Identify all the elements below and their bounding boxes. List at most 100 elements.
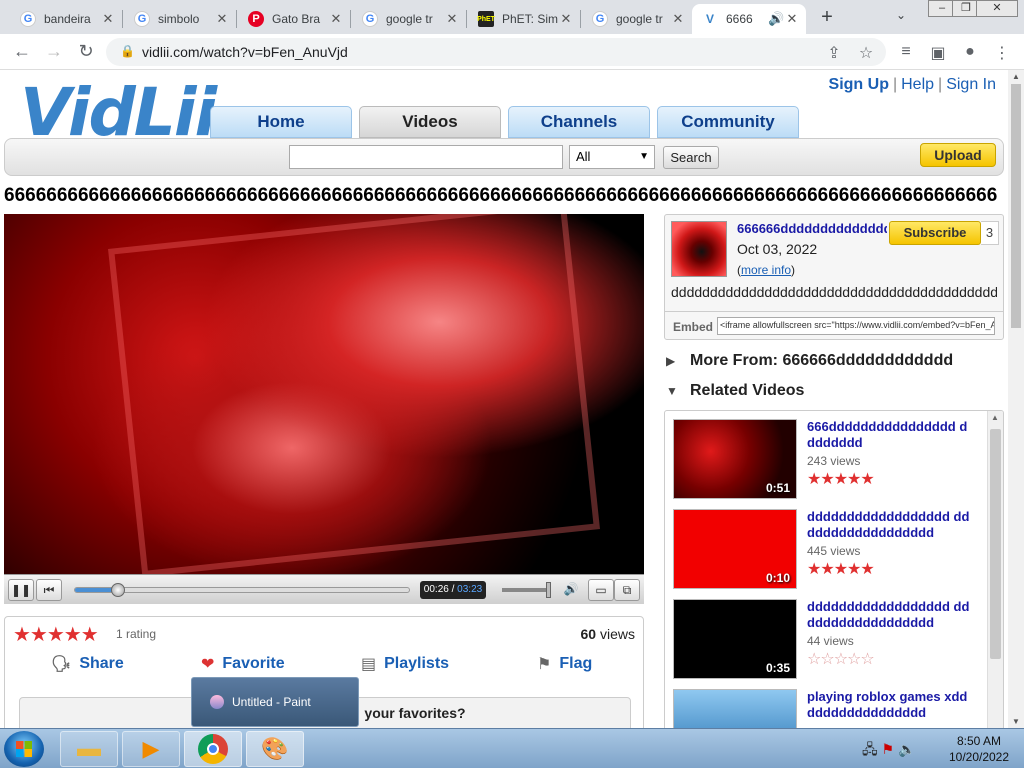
embed-code-field[interactable]: <iframe allowfullscreen src="https://www… xyxy=(717,317,995,335)
clock[interactable]: 8:50 AM 10/20/2022 xyxy=(944,733,1014,765)
nav-tab-channels[interactable]: Channels xyxy=(508,106,650,138)
related-video-title[interactable]: dddddddddddddddddd dddddddddddddddddd xyxy=(807,599,973,631)
explorer-taskbar-button[interactable]: ▬ xyxy=(60,731,118,767)
video-thumbnail[interactable]: 0:35 xyxy=(673,599,797,679)
related-videos-header[interactable]: ▼ Related Videos xyxy=(666,382,804,400)
profile-avatar-icon[interactable]: ● xyxy=(960,43,980,61)
video-player[interactable] xyxy=(4,214,644,574)
fullscreen-icon[interactable]: ⧉ xyxy=(614,579,640,601)
close-tab-icon[interactable]: ✕ xyxy=(558,11,574,27)
related-video-item[interactable]: 0:10 dddddddddddddddddd dddddddddddddddd… xyxy=(673,509,983,591)
reload-icon[interactable]: ↻ xyxy=(74,41,98,62)
related-video-title[interactable]: dddddddddddddddddd dddddddddddddddddd xyxy=(807,509,973,541)
playlists-button[interactable]: ▤ Playlists xyxy=(361,654,449,674)
related-video-title[interactable]: playing roblox games xddddddddddddddddd xyxy=(807,689,973,721)
seek-bar[interactable] xyxy=(74,583,410,597)
taskbar-preview-popup[interactable]: Untitled - Paint xyxy=(191,677,359,727)
share-icon[interactable]: ⇪ xyxy=(824,43,844,63)
browser-tab[interactable]: P Gato Bra ✕ xyxy=(238,4,350,34)
search-button[interactable]: Search xyxy=(663,146,719,169)
video-thumbnail[interactable] xyxy=(673,689,797,728)
divider: | xyxy=(938,76,943,93)
browser-tab[interactable]: G google tr ✕ xyxy=(352,4,466,34)
scrollbar-thumb[interactable] xyxy=(1011,84,1021,328)
more-info-link[interactable]: more info xyxy=(741,263,791,277)
close-tab-icon[interactable]: ✕ xyxy=(784,11,800,27)
volume-handle[interactable] xyxy=(546,582,551,598)
close-tab-icon[interactable]: ✕ xyxy=(670,11,686,27)
close-tab-icon[interactable]: ✕ xyxy=(214,11,230,27)
related-video-item[interactable]: 0:51 666dddddddddddddddd dddddddd 243 vi… xyxy=(673,419,983,501)
page-scrollbar[interactable]: ▲ ▼ xyxy=(1008,70,1024,728)
back-icon[interactable]: ← xyxy=(10,41,34,62)
browser-tab[interactable]: G google tr ✕ xyxy=(582,4,692,34)
browser-tab[interactable]: G bandeira ✕ xyxy=(10,4,122,34)
search-input[interactable] xyxy=(289,145,563,169)
paint-taskbar-button[interactable]: 🎨 xyxy=(246,731,304,767)
url-text[interactable]: vidlii.com/watch?v=bFen_AnuVjd xyxy=(142,44,348,60)
search-category-select[interactable]: All ▼ xyxy=(569,145,655,169)
share-button[interactable]: 🗣 Share xyxy=(51,654,124,674)
more-from-header[interactable]: ▶ More From: 666666dddddddddddd xyxy=(666,352,953,370)
side-panel-icon[interactable]: ▣ xyxy=(928,43,948,63)
close-tab-icon[interactable]: ✕ xyxy=(100,11,116,27)
nav-tab-community[interactable]: Community xyxy=(657,106,799,138)
tab-title: PhET: Sim xyxy=(502,12,558,26)
chrome-taskbar-button[interactable] xyxy=(184,731,242,767)
forward-icon[interactable]: → xyxy=(42,41,66,62)
tab-title: Gato Bra xyxy=(272,12,321,26)
close-tab-icon[interactable]: ✕ xyxy=(328,11,344,27)
video-thumbnail[interactable]: 0:10 xyxy=(673,509,797,589)
subscribe-button[interactable]: Subscribe xyxy=(889,221,981,245)
speaker-icon[interactable]: 🔊 xyxy=(558,579,584,601)
media-player-taskbar-button[interactable]: ▶ xyxy=(122,731,180,767)
start-button[interactable] xyxy=(4,731,44,767)
related-video-item[interactable]: playing roblox games xddddddddddddddddd xyxy=(673,689,983,728)
more-from-label: More From: 666666dddddddddddd xyxy=(690,352,954,369)
related-scrollbar[interactable]: ▲ xyxy=(987,411,1003,728)
related-video-title[interactable]: 666dddddddddddddddd dddddddd xyxy=(807,419,973,451)
pause-icon[interactable]: ❚❚ xyxy=(8,579,34,601)
bookmark-star-icon[interactable]: ☆ xyxy=(856,43,876,63)
address-bar[interactable]: 🔒 vidlii.com/watch?v=bFen_AnuVjd xyxy=(106,38,886,66)
help-link[interactable]: Help xyxy=(901,76,934,93)
webpage: VidLii Sign Up | Help | Sign In Home Videos … xyxy=(0,70,1008,728)
related-video-item[interactable]: 0:35 dddddddddddddddddd dddddddddddddddd… xyxy=(673,599,983,681)
video-thumbnail[interactable]: 0:51 xyxy=(673,419,797,499)
seek-handle[interactable] xyxy=(111,583,126,597)
nav-tab-videos[interactable]: Videos xyxy=(359,106,501,138)
browser-tab-active[interactable]: V 6666 🔊 ✕ xyxy=(692,4,806,34)
speaker-icon[interactable]: 🔊 xyxy=(768,11,784,27)
favorite-button[interactable]: ❤ Favorite xyxy=(201,654,285,674)
tab-search-chevron-icon[interactable]: ⌄ xyxy=(896,8,906,22)
close-window-button[interactable]: ✕ xyxy=(976,0,1018,17)
action-center-flag-icon[interactable]: ⚑ xyxy=(882,741,895,757)
network-icon[interactable]: 🖧 xyxy=(862,741,878,757)
scroll-up-icon[interactable]: ▲ xyxy=(1012,72,1020,81)
volume-slider[interactable] xyxy=(502,582,551,598)
channel-name-link[interactable]: 666666dddddddddddddddd xyxy=(737,221,887,236)
popout-icon[interactable]: ▭ xyxy=(588,579,614,601)
rating-stars[interactable]: ★★★★★ xyxy=(13,622,99,647)
lock-icon[interactable]: 🔒 xyxy=(120,44,135,58)
nav-tab-home[interactable]: Home xyxy=(210,106,352,138)
media-control-icon[interactable]: ≡ xyxy=(896,43,916,61)
sign-up-link[interactable]: Sign Up xyxy=(829,76,889,93)
skip-back-icon[interactable]: ⏮ xyxy=(36,579,62,601)
views-label: views xyxy=(599,626,635,642)
flag-button[interactable]: ⚑ Flag xyxy=(537,654,592,674)
new-tab-button[interactable]: + xyxy=(816,6,838,29)
close-tab-icon[interactable]: ✕ xyxy=(444,11,460,27)
upload-button[interactable]: Upload xyxy=(920,143,996,167)
sign-in-link[interactable]: Sign In xyxy=(946,76,996,93)
menu-kebab-icon[interactable]: ⋮ xyxy=(992,43,1012,63)
browser-tab[interactable]: G simbolo ✕ xyxy=(124,4,236,34)
scroll-up-icon[interactable]: ▲ xyxy=(991,413,999,422)
scroll-down-icon[interactable]: ▼ xyxy=(1012,717,1020,726)
browser-tab[interactable]: PhET PhET: Sim ✕ xyxy=(468,4,580,34)
tab-title: 6666 xyxy=(726,12,753,26)
channel-avatar[interactable] xyxy=(671,221,727,277)
flag-label: Flag xyxy=(559,655,593,672)
volume-icon[interactable]: 🔈 xyxy=(898,741,915,757)
scrollbar-thumb[interactable] xyxy=(990,429,1001,659)
